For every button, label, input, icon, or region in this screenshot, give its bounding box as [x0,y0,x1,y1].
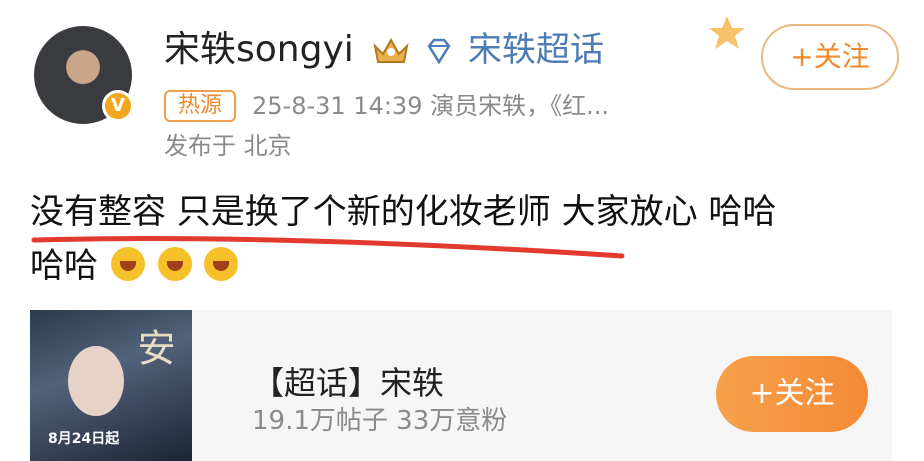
diamond-icon [427,38,451,65]
topic-link[interactable]: 宋轶超话 [468,28,604,72]
post-text-line2-label: 哈哈 [30,246,98,286]
crown-icon [373,37,409,63]
laugh-emoji-icon [204,246,239,281]
post-meta: 25-8-31 14:39 演员宋轶，《红... [252,92,609,120]
poster-title: 与晋长安 [131,328,192,442]
poster-image: 与晋长安 8月24日起 [30,310,192,461]
poster-date: 8月24日起 [48,431,120,447]
laugh-emoji-icon [110,246,145,281]
laugh-emoji-icon [157,246,192,281]
post-text-line2: 哈哈 [30,244,239,288]
poster-face [68,346,124,416]
follow-button[interactable]: +关注 [761,24,899,90]
card-follow-button[interactable]: +关注 [716,356,868,432]
card-title: 【超话】宋轶 [252,364,445,402]
card-stats: 19.1万帖子 33万意粉 [252,406,508,436]
user-name[interactable]: 宋轶songyi [164,28,354,72]
verified-badge-icon: V [102,90,134,122]
post-location: 发布于 北京 [164,132,292,160]
hot-tag: 热源 [164,90,236,122]
